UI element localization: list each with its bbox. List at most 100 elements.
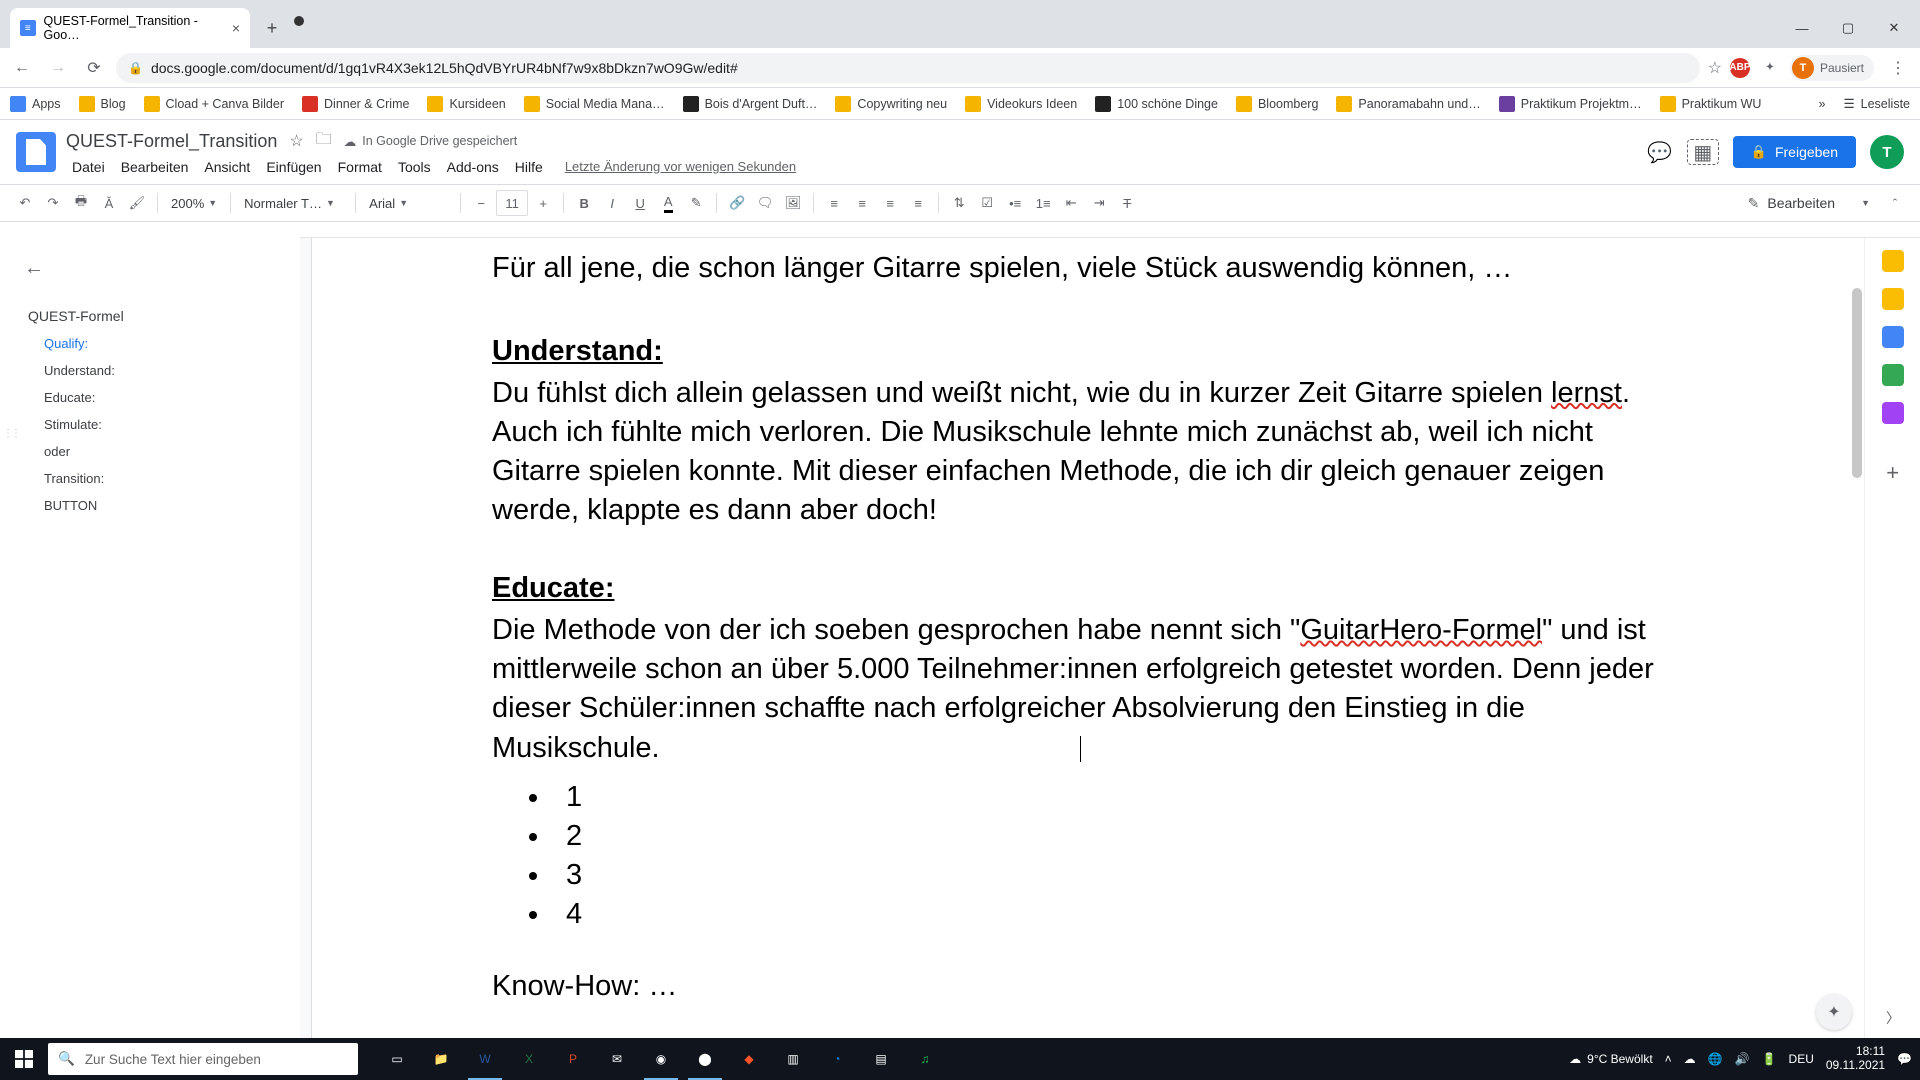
notepad-icon[interactable]: ▤ [860, 1038, 902, 1080]
app-icon[interactable]: ▥ [772, 1038, 814, 1080]
outline-item-qualify[interactable]: Qualify: [0, 330, 300, 357]
mail-icon[interactable]: ✉ [596, 1038, 638, 1080]
line-spacing-button[interactable]: ⇅ [946, 190, 972, 216]
bookmark-item[interactable]: Dinner & Crime [302, 96, 409, 112]
bookmarks-overflow[interactable]: » [1818, 97, 1825, 111]
contacts-icon[interactable] [1882, 364, 1904, 386]
outdent-button[interactable]: ⇤ [1058, 190, 1084, 216]
underline-button[interactable]: U [627, 190, 653, 216]
outline-item-educate[interactable]: Educate: [0, 384, 300, 411]
align-center-button[interactable]: ≡ [849, 190, 875, 216]
outline-item-oder[interactable]: oder [0, 438, 300, 465]
italic-button[interactable]: I [599, 190, 625, 216]
volume-icon[interactable]: 🔊 [1735, 1052, 1750, 1066]
numbered-list-button[interactable]: 1≡ [1030, 190, 1056, 216]
bookmark-star-icon[interactable]: ☆ [1708, 58, 1722, 78]
browser-tab[interactable]: ≡ QUEST-Formel_Transition - Goo… × [10, 8, 250, 48]
font-select[interactable]: Arial▼ [363, 196, 453, 211]
nav-back-button[interactable]: ← [8, 54, 36, 82]
powerpoint-icon[interactable]: P [552, 1038, 594, 1080]
window-maximize-button[interactable]: ▢ [1826, 12, 1870, 44]
window-minimize-button[interactable]: — [1780, 12, 1824, 44]
url-field[interactable]: 🔒 docs.google.com/document/d/1gq1vR4X3ek… [116, 53, 1700, 83]
comment-button[interactable]: 🗨 [752, 190, 778, 216]
explore-button[interactable]: ✦ [1816, 994, 1852, 1030]
docs-logo-icon[interactable] [16, 132, 56, 172]
outline-drag-handle[interactable]: ⋮⋮ [3, 428, 19, 439]
menu-ansicht[interactable]: Ansicht [198, 157, 256, 177]
obs-icon[interactable]: ⬤ [684, 1038, 726, 1080]
bookmark-item[interactable]: Copywriting neu [835, 96, 947, 112]
undo-button[interactable]: ↶ [12, 190, 38, 216]
bookmark-item[interactable]: Praktikum Projektm… [1499, 96, 1642, 112]
weather-widget[interactable]: ☁ 9°C Bewölkt [1569, 1052, 1653, 1066]
collapse-toolbar-button[interactable]: ˆ [1882, 190, 1908, 216]
spellcheck-button[interactable]: Ǎ [96, 190, 122, 216]
link-button[interactable]: 🔗 [724, 190, 750, 216]
document-title[interactable]: QUEST-Formel_Transition [66, 131, 277, 152]
outline-item-understand[interactable]: Understand: [0, 357, 300, 384]
font-size-increase[interactable]: + [530, 190, 556, 216]
bookmark-item[interactable]: Videokurs Ideen [965, 96, 1077, 112]
bookmark-item[interactable]: Social Media Mana… [524, 96, 665, 112]
add-addon-button[interactable]: + [1886, 460, 1899, 486]
taskbar-search[interactable]: 🔍 Zur Suche Text hier eingeben [48, 1043, 358, 1075]
checklist-button[interactable]: ☑ [974, 190, 1000, 216]
maps-icon[interactable] [1882, 402, 1904, 424]
ruler[interactable] [300, 222, 1920, 238]
move-icon[interactable]: 🗀 [316, 128, 332, 155]
tasks-icon[interactable] [1882, 326, 1904, 348]
abp-extension-icon[interactable]: ABP [1730, 58, 1750, 78]
star-icon[interactable]: ☆ [289, 131, 303, 151]
window-close-button[interactable]: ✕ [1872, 12, 1916, 44]
battery-icon[interactable]: 🔋 [1762, 1052, 1777, 1066]
brave-icon[interactable]: ◆ [728, 1038, 770, 1080]
calendar-icon[interactable] [1882, 250, 1904, 272]
share-button[interactable]: Freigeben [1733, 136, 1856, 168]
new-tab-button[interactable]: + [258, 14, 286, 42]
align-left-button[interactable]: ≡ [821, 190, 847, 216]
start-button[interactable] [0, 1038, 48, 1080]
chrome-menu-button[interactable]: ⋮ [1884, 54, 1912, 82]
menu-format[interactable]: Format [332, 157, 388, 177]
bookmark-item[interactable]: Kursideen [427, 96, 505, 112]
indent-button[interactable]: ⇥ [1086, 190, 1112, 216]
nav-reload-button[interactable]: ⟳ [80, 54, 108, 82]
extensions-icon[interactable]: ✦ [1760, 58, 1780, 78]
bulleted-list-button[interactable]: •≡ [1002, 190, 1028, 216]
editing-mode-select[interactable]: Bearbeiten▼ [1738, 195, 1880, 212]
profile-button[interactable]: T Pausiert [1790, 55, 1874, 81]
clock[interactable]: 18:11 09.11.2021 [1826, 1045, 1885, 1073]
document-page[interactable]: Für all jene, die schon länger Gitarre s… [312, 238, 1864, 1038]
style-select[interactable]: Normaler T…▼ [238, 196, 348, 211]
onedrive-icon[interactable]: ☁ [1684, 1052, 1696, 1066]
menu-datei[interactable]: Datei [66, 157, 111, 177]
close-tab-icon[interactable]: × [232, 20, 240, 36]
align-right-button[interactable]: ≡ [877, 190, 903, 216]
paint-format-button[interactable]: 🖌 [124, 190, 150, 216]
bookmark-item[interactable]: Blog [79, 96, 126, 112]
text-color-button[interactable]: A [655, 190, 681, 216]
notifications-icon[interactable]: 💬 [1897, 1052, 1912, 1066]
explorer-icon[interactable]: 📁 [420, 1038, 462, 1080]
bookmark-item[interactable]: Panoramabahn und… [1336, 96, 1480, 112]
print-button[interactable]: 🖶 [68, 190, 94, 216]
outline-item-transition[interactable]: Transition: [0, 465, 300, 492]
bookmark-item[interactable]: Bloomberg [1236, 96, 1318, 112]
chrome-icon[interactable]: ◉ [640, 1038, 682, 1080]
menu-tools[interactable]: Tools [392, 157, 437, 177]
task-view-icon[interactable]: ▭ [376, 1038, 418, 1080]
menu-einfuegen[interactable]: Einfügen [260, 157, 327, 177]
network-icon[interactable]: 🌐 [1708, 1052, 1723, 1066]
present-icon[interactable]: ▦ [1687, 139, 1719, 165]
redo-button[interactable]: ↷ [40, 190, 66, 216]
side-panel-toggle[interactable]: 〉 [1886, 1008, 1908, 1030]
zoom-select[interactable]: 200%▼ [165, 196, 223, 211]
font-size-input[interactable]: 11 [496, 190, 528, 216]
bookmark-item[interactable]: Bois d'Argent Duft… [683, 96, 818, 112]
spotify-icon[interactable]: ♫ [904, 1038, 946, 1080]
tray-chevron-icon[interactable]: ˄ [1665, 1052, 1672, 1066]
chrome-account-dot-icon[interactable] [294, 16, 304, 26]
excel-icon[interactable]: X [508, 1038, 550, 1080]
apps-button[interactable]: Apps [10, 96, 61, 112]
